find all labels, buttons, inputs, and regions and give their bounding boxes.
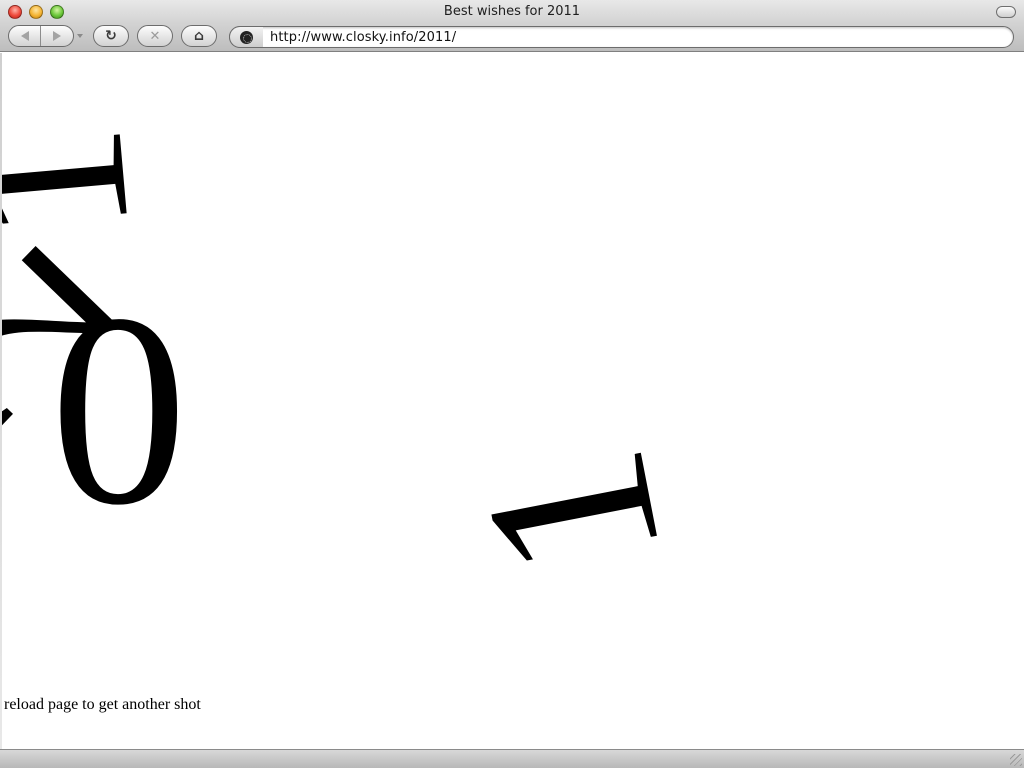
site-favicon-box	[229, 26, 263, 48]
page-content: 1 2 0 1 reload page to get another shot	[0, 53, 1024, 749]
window-left-edge	[0, 53, 2, 749]
resize-grip-icon[interactable]	[1010, 754, 1022, 766]
history-dropdown-caret-icon[interactable]	[77, 34, 83, 38]
toolbar-toggle-button[interactable]	[996, 6, 1016, 18]
reload-hint-text: reload page to get another shot	[4, 696, 201, 713]
digit-zero: 0	[50, 258, 188, 562]
back-button[interactable]	[9, 26, 42, 46]
forward-button[interactable]	[41, 26, 73, 46]
window-title: Best wishes for 2011	[443, 4, 581, 19]
site-favicon-icon	[240, 30, 253, 44]
home-button[interactable]: ⌂	[181, 25, 217, 47]
reload-button[interactable]: ↻	[93, 25, 129, 47]
stop-icon: ✕	[149, 28, 161, 44]
rotated-digit-one-center: 1	[427, 428, 713, 598]
arrow-left-icon	[20, 31, 29, 41]
back-forward-group	[8, 25, 74, 47]
reload-icon: ↻	[105, 28, 117, 44]
address-url-text[interactable]: http://www.closky.info/2011/	[270, 30, 456, 45]
stop-button[interactable]: ✕	[137, 25, 173, 47]
status-bar	[0, 749, 1024, 768]
arrow-right-icon	[53, 31, 61, 41]
home-icon: ⌂	[193, 28, 205, 44]
window-titlebar: Best wishes for 2011 ↻ ✕ ⌂ http://www.cl…	[0, 0, 1024, 52]
